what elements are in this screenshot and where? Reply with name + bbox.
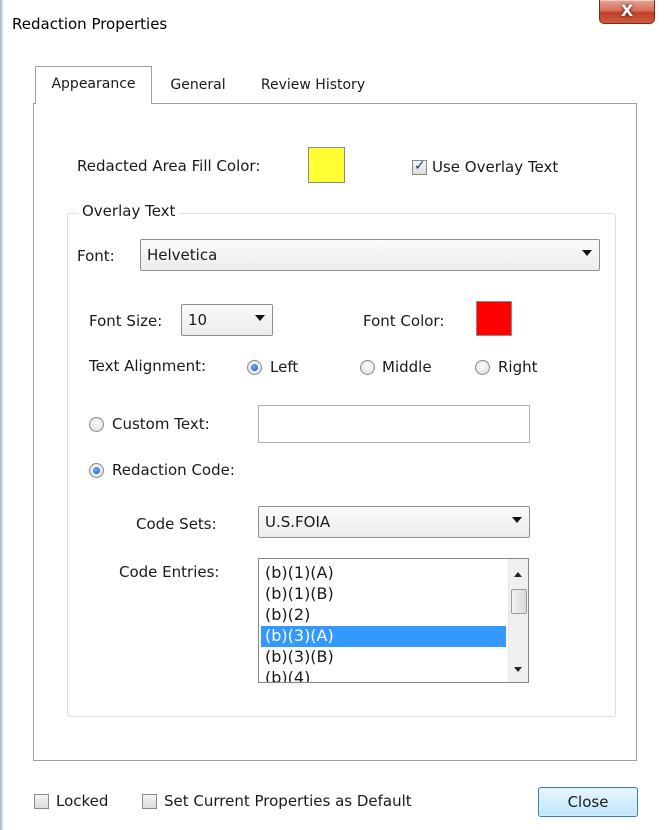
alignment-right-label: Right <box>498 358 538 376</box>
list-item-selected[interactable]: (b)(3)(A) <box>261 626 506 647</box>
scroll-thumb[interactable] <box>511 589 527 614</box>
list-item[interactable]: (b)(2) <box>261 605 506 626</box>
code-sets-value: U.S.FOIA <box>265 513 331 531</box>
use-overlay-text-checkbox[interactable] <box>412 158 427 175</box>
font-size-value: 10 <box>188 311 208 329</box>
list-item[interactable]: (b)(3)(B) <box>261 647 506 668</box>
tab-appearance[interactable]: Appearance <box>35 66 152 104</box>
redaction-code-label: Redaction Code: <box>112 461 235 479</box>
font-dropdown-value: Helvetica <box>147 246 218 264</box>
list-item[interactable]: (b)(1)(B) <box>261 584 506 605</box>
font-color-label: Font Color: <box>363 312 445 330</box>
tab-review-history[interactable]: Review History <box>246 68 380 104</box>
font-label: Font: <box>77 247 115 265</box>
alignment-middle-radio[interactable] <box>360 360 375 375</box>
custom-text-input[interactable] <box>258 405 530 443</box>
close-button[interactable]: Close <box>538 787 638 817</box>
font-size-label: Font Size: <box>89 312 163 330</box>
list-scrollbar[interactable] <box>508 559 528 682</box>
locked-checkbox[interactable] <box>34 794 49 809</box>
close-icon: X <box>620 1 634 20</box>
fill-color-swatch[interactable] <box>308 147 345 183</box>
text-alignment-label: Text Alignment: <box>89 357 207 375</box>
fill-color-label: Redacted Area Fill Color: <box>77 157 261 175</box>
set-default-checkbox[interactable] <box>142 794 157 809</box>
chevron-down-icon <box>512 517 522 523</box>
font-dropdown[interactable]: Helvetica <box>140 239 600 271</box>
locked-label: Locked <box>56 792 109 810</box>
chevron-down-icon <box>255 315 265 321</box>
custom-text-label: Custom Text: <box>112 415 210 433</box>
window-close-button[interactable]: X <box>599 0 655 24</box>
overlay-text-group-title: Overlay Text <box>78 202 180 220</box>
set-default-label: Set Current Properties as Default <box>164 792 412 810</box>
code-entries-label: Code Entries: <box>119 563 220 581</box>
code-sets-dropdown[interactable]: U.S.FOIA <box>258 506 530 538</box>
list-item[interactable]: (b)(4) <box>261 668 506 682</box>
scroll-up-arrow-icon[interactable] <box>514 572 522 577</box>
alignment-left-radio[interactable] <box>247 360 262 375</box>
alignment-left-label: Left <box>270 358 299 376</box>
font-color-swatch[interactable] <box>476 301 512 336</box>
chevron-down-icon <box>582 250 592 256</box>
custom-text-radio[interactable] <box>89 417 104 432</box>
font-size-dropdown[interactable]: 10 <box>181 304 273 336</box>
tab-general[interactable]: General <box>160 68 236 104</box>
code-sets-label: Code Sets: <box>136 515 217 533</box>
dialog-title: Redaction Properties <box>12 15 168 33</box>
redaction-code-radio[interactable] <box>89 463 104 478</box>
scroll-down-arrow-icon[interactable] <box>514 667 522 672</box>
code-entries-list[interactable]: (b)(1)(A) (b)(1)(B) (b)(2) (b)(3)(A) (b)… <box>258 558 529 683</box>
list-item[interactable]: (b)(1)(A) <box>261 563 506 584</box>
use-overlay-text-label: Use Overlay Text <box>432 158 559 176</box>
alignment-middle-label: Middle <box>382 358 432 376</box>
alignment-right-radio[interactable] <box>475 360 490 375</box>
window-frame-edge <box>0 0 3 830</box>
